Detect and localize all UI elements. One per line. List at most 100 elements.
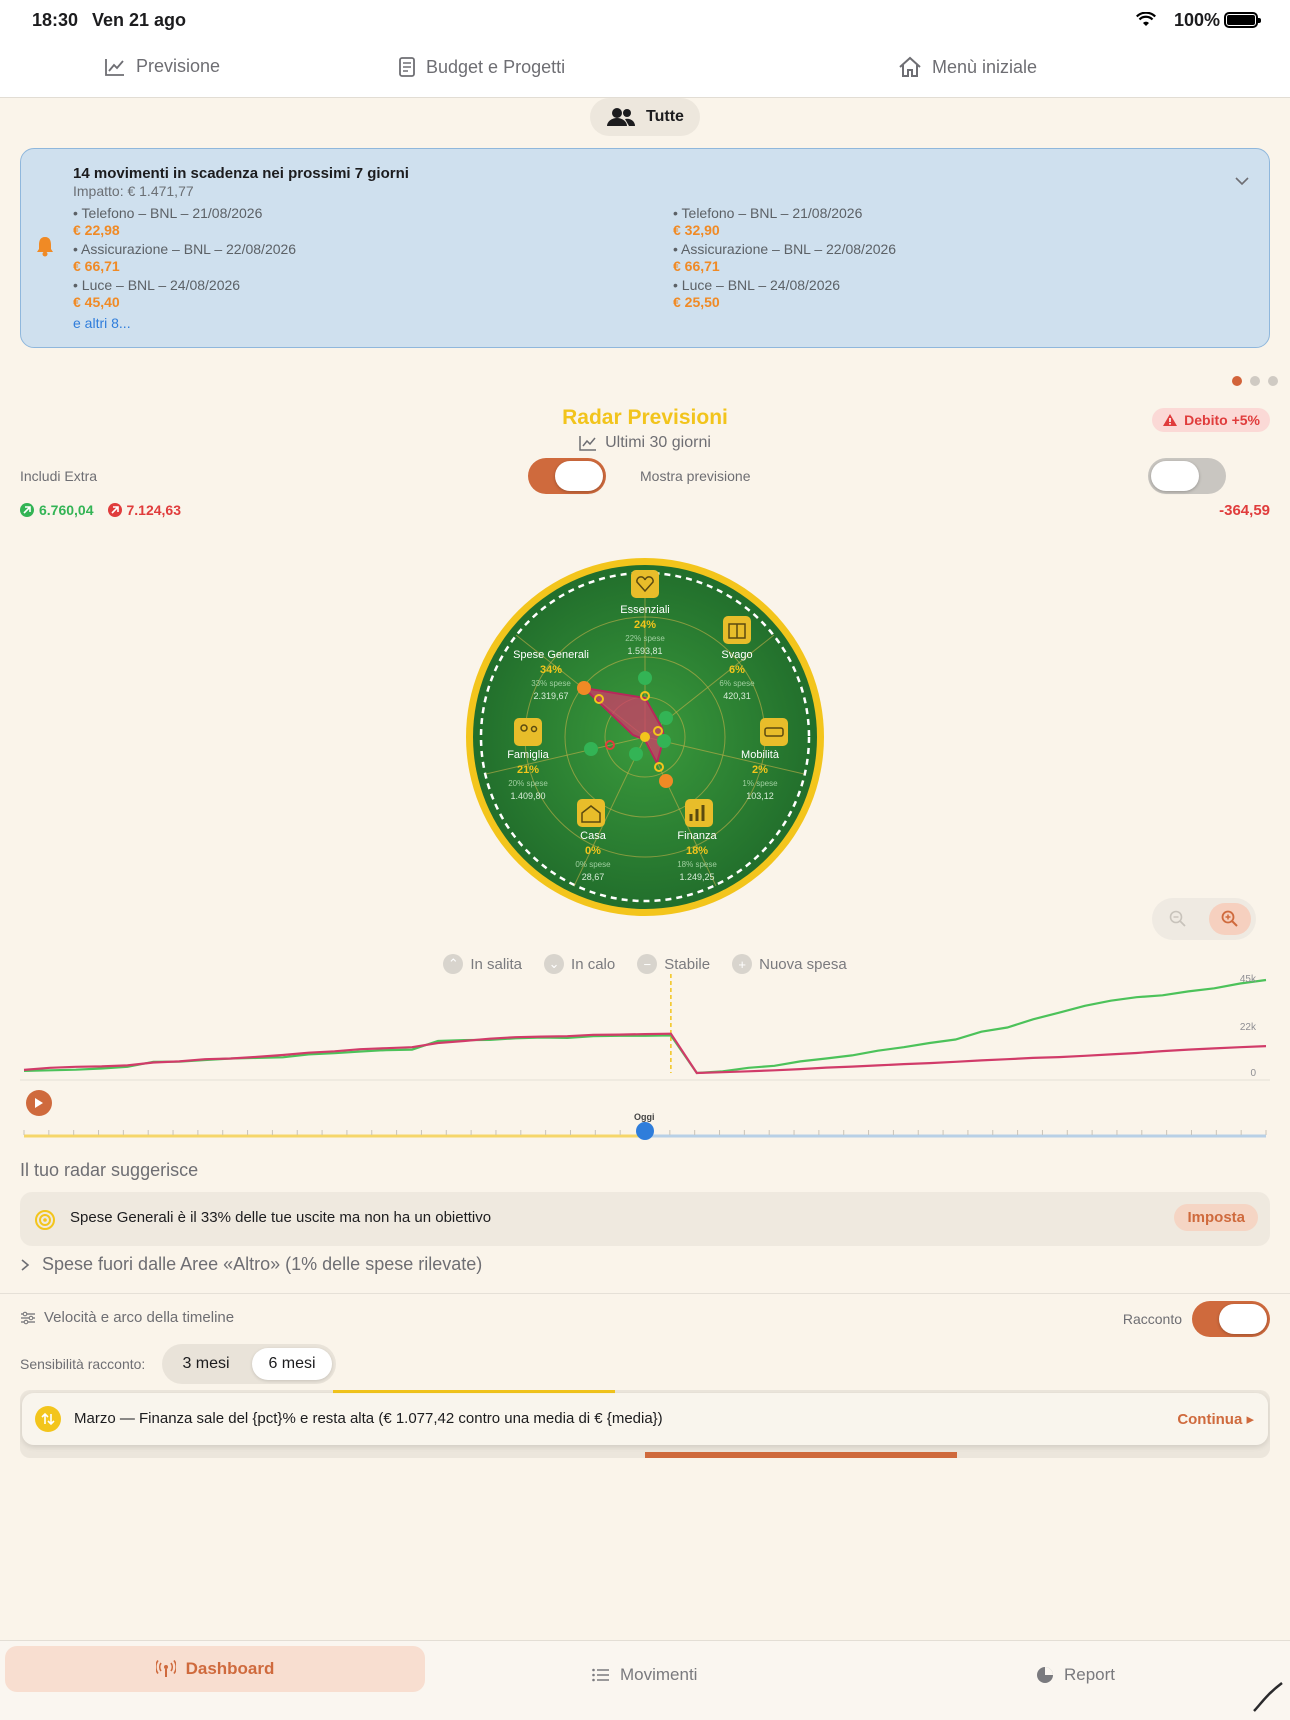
battery-percent: 100% [1173,10,1220,30]
today-label: Oggi [634,1112,655,1122]
story-label: Racconto [1122,1311,1182,1327]
category-share: 20% spese [508,779,548,788]
more-link[interactable]: e altri 8... [73,315,131,331]
category-name: Famiglia [507,749,549,761]
status-time: 18:30 [32,10,79,30]
due-item-label: • Assicurazione – BNL – 22/08/2026 [73,241,297,257]
category-pct: 0% [585,845,601,857]
category-share: 0% spese [575,860,611,869]
category-amount: 103,12 [746,791,774,801]
category-share: 6% spese [719,679,755,688]
radar-title: Radar Previsioni [562,406,728,429]
zoom-out-button[interactable] [1157,903,1199,935]
scrubber-thumb[interactable] [636,1122,654,1140]
tab-menu[interactable]: Menù iniziale [898,56,1037,78]
category-name: Finanza [677,830,717,842]
plus-icon: + [732,954,753,974]
category-pct: 6% [729,664,745,676]
page-dot[interactable] [1232,376,1242,386]
chevron-down-icon[interactable] [1235,173,1249,191]
story-text: Marzo — Finanza sale del {pct}% e resta … [74,1410,663,1427]
category-amount: 1.409,80 [510,791,545,801]
tab-previsione[interactable]: Previsione [104,56,220,77]
due-item-amount: € 66,71 [73,258,120,274]
due-item-amount: € 66,71 [673,258,720,274]
bottom-tab-bar: Dashboard Movimenti Report [0,1640,1290,1720]
tab-movimenti[interactable]: Movimenti [592,1665,697,1685]
radar-period[interactable]: Ultimi 30 giorni [0,434,1290,452]
suggestion-text: Spese Generali è il 33% delle tue uscite… [70,1209,492,1226]
list-icon [592,1668,609,1682]
category-name: Mobilità [741,749,780,761]
category-pct: 34% [540,664,562,676]
home-icon [899,56,921,77]
tab-report[interactable]: Report [1036,1665,1115,1685]
page-dot[interactable] [1268,376,1278,386]
y-tick-label: 45k [1240,974,1257,985]
timeline-chart[interactable]: 45k 22k 0 [20,972,1270,1084]
net-balance: -364,59 [1219,502,1270,519]
sensitivity-6-months[interactable]: 6 mesi [252,1348,332,1380]
minus-icon: − [637,954,658,974]
expense-value: 7.124,63 [107,502,181,518]
continue-button[interactable]: Continua ▸ [1177,1410,1254,1428]
tab-budget[interactable]: Budget e Progetti [398,56,565,78]
chart-line-icon [579,436,597,451]
story-bar [645,1452,957,1458]
story-card[interactable]: Marzo — Finanza sale del {pct}% e resta … [22,1393,1268,1445]
income-expense-summary: 6.760,04 7.124,63 [20,502,181,518]
warning-icon [1163,414,1178,426]
document-icon [399,57,415,77]
story-toggle[interactable] [1192,1301,1270,1337]
legend-label: Nuova spesa [759,955,847,973]
expense-arrow-icon [107,503,122,517]
legend-label: Stabile [664,955,711,973]
due-item-label: • Luce – BNL – 24/08/2026 [673,277,841,293]
timeline-scrubber[interactable] [20,1122,1270,1144]
play-button[interactable] [26,1090,52,1116]
include-extra-toggle[interactable] [528,458,606,494]
battery-icon [1224,12,1261,28]
magnifier-minus-icon [1169,910,1186,927]
include-extra-label: Includi Extra [20,468,98,484]
radar-chart[interactable]: Essenziali 24% 22% spese 1.593,81 Svago … [464,556,826,918]
legend-down: ⌄ In calo [544,954,615,974]
target-icon [34,1209,56,1236]
pie-chart-icon [1037,1667,1053,1683]
due-item-label: • Luce – BNL – 24/08/2026 [73,277,241,293]
status-date: Ven 21 ago [92,10,187,30]
category-pct: 2% [752,764,768,776]
upcoming-payments-card[interactable]: 14 movimenti in scadenza nei prossimi 7 … [20,148,1270,348]
y-tick-label: 22k [1240,1022,1257,1033]
suggestion-row[interactable]: Spese Generali è il 33% delle tue uscite… [20,1192,1270,1246]
legend-label: In salita [470,955,523,973]
sensitivity-3-months[interactable]: 3 mesi [166,1348,246,1380]
story-banner: Marzo — Finanza sale del {pct}% e resta … [20,1390,1270,1458]
due-item-label: • Telefono – BNL – 21/08/2026 [73,205,263,221]
zoom-in-button[interactable] [1209,903,1251,935]
top-tab-bar: Previsione Budget e Progetti Menù inizia… [0,42,1290,98]
broadcast-icon [155,1660,176,1677]
category-amount: 2.319,67 [533,691,568,701]
divider [0,1293,1290,1294]
timeline-speed-settings[interactable]: Velocità e arco della timeline [20,1309,234,1326]
page-dot[interactable] [1250,376,1260,386]
tab-dashboard[interactable]: Dashboard [5,1646,425,1692]
set-goal-button[interactable]: Imposta [1174,1204,1258,1231]
category-name: Spese Generali [513,649,589,661]
magnifier-plus-icon [1221,910,1238,927]
due-item-amount: € 45,40 [73,294,120,310]
trend-arrows-icon [35,1406,61,1432]
legend-stable: − Stabile [637,954,710,974]
show-forecast-toggle[interactable] [1148,458,1226,494]
due-item-amount: € 32,90 [673,222,720,238]
radar-center [640,732,650,742]
category-name: Casa [580,830,607,842]
disclosure-label: Spese fuori dalle Aree «Altro» (1% delle… [42,1254,483,1274]
tab-label: Menù iniziale [932,56,1038,77]
other-expenses-disclosure[interactable]: Spese fuori dalle Aree «Altro» (1% delle… [20,1254,482,1275]
page-indicator[interactable] [1232,376,1278,386]
people-filter-button[interactable]: Tutte [590,98,700,136]
due-item-amount: € 25,50 [673,294,720,310]
category-share: 22% spese [625,634,665,643]
